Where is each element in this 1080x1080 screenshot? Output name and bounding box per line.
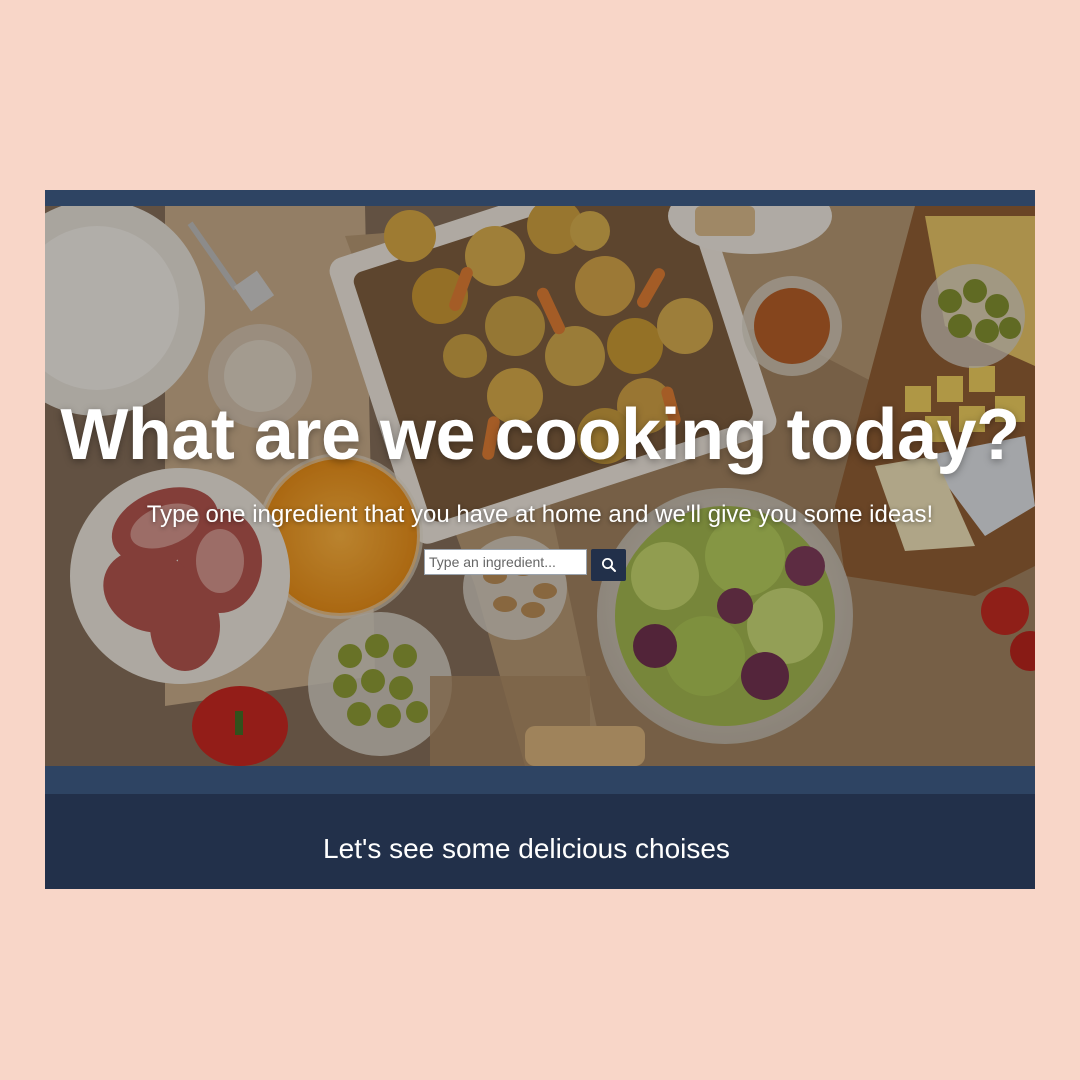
hero-dark-overlay — [45, 206, 1035, 766]
hero-subline: Type one ingredient that you have at hom… — [146, 501, 934, 528]
results-section: Let's see some delicious choises — [45, 794, 1035, 889]
ingredient-search-input[interactable] — [424, 549, 587, 575]
bottom-accent-strip — [45, 766, 1035, 794]
top-accent-strip — [45, 190, 1035, 206]
hero-section: What are we cooking today? Type one ingr… — [45, 206, 1035, 766]
hero-headline: What are we cooking today? — [60, 395, 1020, 475]
search-button[interactable] — [591, 549, 626, 581]
results-heading: Let's see some delicious choises — [323, 833, 730, 864]
search-icon — [601, 558, 616, 572]
page-frame: What are we cooking today? Type one ingr… — [45, 190, 1035, 889]
ingredient-search-form — [424, 549, 628, 581]
